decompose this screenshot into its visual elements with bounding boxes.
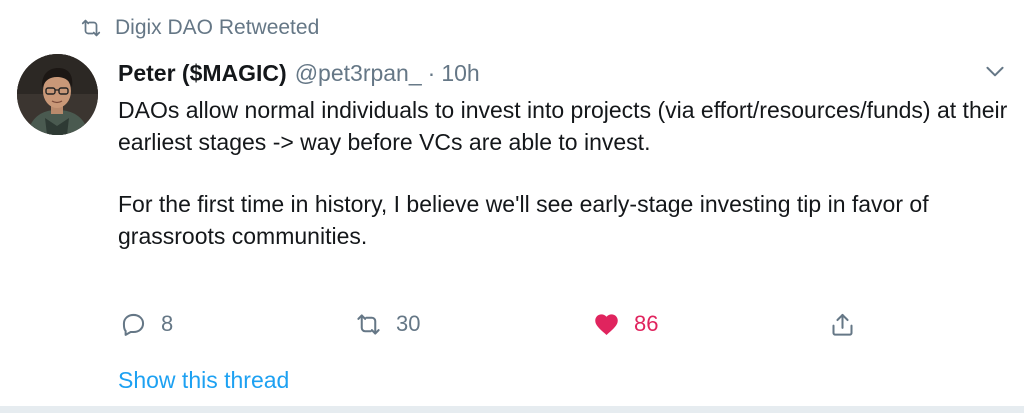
reply-button[interactable]: 8 <box>120 306 173 342</box>
tweet-header: Peter ($MAGIC) @pet3rpan_ · 10h <box>118 56 480 90</box>
retweet-icon <box>357 313 380 335</box>
retweet-button[interactable]: 30 <box>355 306 420 342</box>
author-name[interactable]: Peter ($MAGIC) <box>118 60 287 87</box>
avatar[interactable] <box>17 54 98 135</box>
tweet-paragraph: For the first time in history, I believe… <box>118 191 929 249</box>
share-button[interactable] <box>829 306 856 342</box>
retweet-context-text: Digix DAO Retweeted <box>115 16 320 39</box>
reply-count: 8 <box>161 311 174 336</box>
like-count: 86 <box>634 311 659 336</box>
retweet-icon <box>81 19 101 37</box>
retweet-context: Digix DAO Retweeted <box>80 14 319 42</box>
tweet[interactable]: Digix DAO Retweeted Peter ($MAGIC) @pet3… <box>0 0 1024 413</box>
like-button[interactable]: 86 <box>593 306 658 342</box>
show-thread-link[interactable]: Show this thread <box>118 367 289 394</box>
share-icon <box>832 313 853 336</box>
avatar-image <box>17 54 98 135</box>
tweet-time[interactable]: 10h <box>441 60 479 87</box>
retweet-count: 30 <box>396 311 421 336</box>
chevron-down-icon[interactable] <box>982 58 1008 84</box>
tweet-text: DAOs allow normal individuals to invest … <box>118 94 1008 252</box>
separator: · <box>427 59 436 86</box>
reply-icon <box>122 313 145 336</box>
heart-icon <box>595 313 618 335</box>
author-handle[interactable]: @pet3rpan_ <box>295 60 422 87</box>
tweet-actions: 8 30 86 <box>0 306 1024 342</box>
tweet-paragraph: DAOs allow normal individuals to invest … <box>118 97 1008 155</box>
